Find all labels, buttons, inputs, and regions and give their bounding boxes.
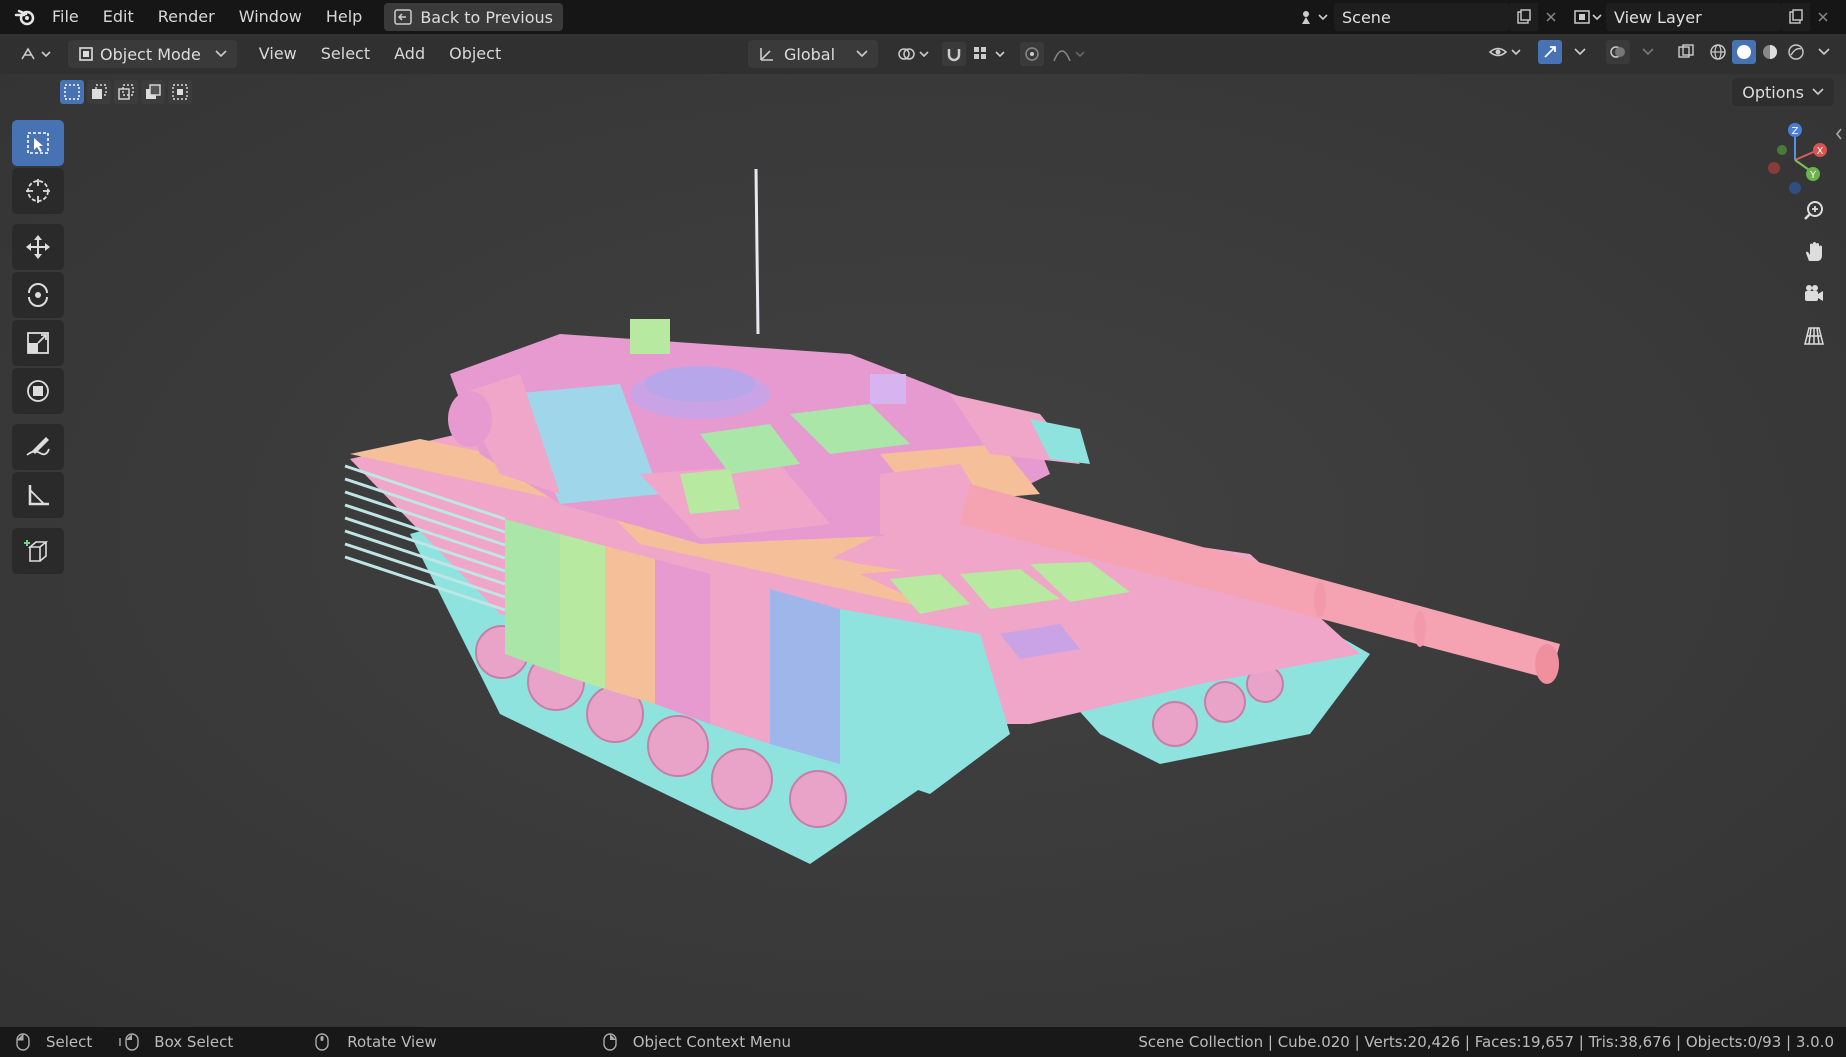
object-mode-icon [78, 46, 94, 62]
chevron-down-icon [215, 50, 227, 58]
view-layer-icon[interactable] [1570, 3, 1606, 31]
view-layer-field[interactable]: View Layer [1606, 3, 1782, 31]
close-scene-icon[interactable] [1538, 3, 1564, 31]
mode-dropdown[interactable]: Object Mode [68, 40, 237, 68]
svg-text:Y: Y [1809, 170, 1817, 181]
header-menu-select[interactable]: Select [309, 37, 382, 71]
collapse-sidebar-icon[interactable] [1834, 126, 1846, 154]
orientation-axes-icon [758, 45, 776, 63]
3d-viewport[interactable]: Object Mode View Select Add Object Globa… [0, 34, 1846, 1027]
select-new-icon[interactable] [60, 80, 84, 104]
header-menu-object[interactable]: Object [437, 37, 513, 71]
perspective-grid-icon[interactable] [1796, 318, 1832, 354]
new-view-layer-icon[interactable] [1782, 3, 1810, 31]
transform-icon [27, 380, 49, 402]
mouse-middle-icon [313, 1033, 331, 1051]
menu-file[interactable]: File [40, 0, 91, 34]
viewport-header: Object Mode View Select Add Object Globa… [0, 34, 1846, 74]
tool-scale[interactable] [12, 320, 64, 366]
orientation-chevron-icon [856, 50, 868, 58]
shading-material-icon[interactable] [1758, 40, 1782, 64]
scene-field[interactable]: Scene [1334, 3, 1510, 31]
menu-help[interactable]: Help [314, 0, 374, 34]
back-to-previous-button[interactable]: Back to Previous [384, 3, 564, 31]
scene-name: Scene [1342, 7, 1391, 27]
gizmo-toggle-icon[interactable] [1538, 40, 1562, 64]
tool-cursor[interactable] [12, 168, 64, 214]
shading-dropdown-icon[interactable] [1812, 40, 1836, 64]
mouse-drag-icon [118, 1033, 142, 1051]
shading-solid-icon[interactable] [1732, 40, 1756, 64]
tool-measure[interactable] [12, 472, 64, 518]
visibility-eye-icon[interactable] [1486, 40, 1526, 64]
cursor-icon [26, 179, 50, 203]
status-rotate-view: Rotate View [347, 1033, 437, 1051]
orientation-dropdown[interactable]: Global [748, 40, 878, 68]
tool-transform[interactable] [12, 368, 64, 414]
close-view-layer-icon[interactable] [1810, 3, 1836, 31]
select-box-icon [27, 132, 49, 154]
shading-rendered-icon[interactable] [1784, 40, 1808, 64]
falloff-curve-icon[interactable] [1050, 42, 1090, 66]
status-context-menu: Object Context Menu [632, 1033, 792, 1051]
scale-icon [27, 332, 49, 354]
tool-annotate[interactable] [12, 424, 64, 470]
xray-icon[interactable] [1674, 40, 1698, 64]
tool-rotate[interactable] [12, 272, 64, 318]
header-menu-add[interactable]: Add [382, 37, 437, 71]
overlays-icon[interactable] [1606, 40, 1630, 64]
snap-increment-icon[interactable] [970, 42, 1010, 66]
tank-model [0, 34, 1846, 1027]
tool-add-cube[interactable] [12, 528, 64, 574]
top-bar: File Edit Render Window Help Back to Pre… [0, 0, 1846, 34]
orientation-label: Global [784, 44, 836, 64]
svg-text:X: X [1817, 146, 1824, 157]
select-invert-icon[interactable] [141, 80, 165, 104]
back-to-previous-label: Back to Previous [420, 7, 554, 27]
options-label: Options [1742, 82, 1804, 102]
view-layer-name: View Layer [1614, 7, 1702, 27]
new-scene-icon[interactable] [1510, 3, 1538, 31]
blender-logo-icon[interactable] [10, 0, 40, 34]
editor-type-icon[interactable] [14, 40, 58, 68]
options-chevron-icon [1812, 88, 1824, 96]
svg-text:Z: Z [1792, 126, 1799, 137]
rotate-icon [28, 283, 48, 307]
select-extend-icon[interactable] [87, 80, 111, 104]
status-bar: Select Box Select Rotate View Object Con… [0, 1027, 1846, 1057]
status-select: Select [46, 1033, 93, 1051]
status-box-select: Box Select [154, 1033, 234, 1051]
proportional-editing-icon[interactable] [1020, 42, 1044, 66]
options-dropdown[interactable]: Options [1732, 78, 1834, 106]
gizmo-dropdown-icon[interactable] [1568, 40, 1592, 64]
back-icon [394, 9, 413, 25]
menu-edit[interactable]: Edit [91, 0, 146, 34]
select-subtract-icon[interactable] [114, 80, 138, 104]
snap-magnet-icon[interactable] [942, 42, 966, 66]
mouse-left-icon [14, 1033, 32, 1051]
mode-label: Object Mode [100, 44, 201, 64]
overlays-dropdown-icon[interactable] [1636, 40, 1660, 64]
shading-wireframe-icon[interactable] [1706, 40, 1730, 64]
tool-move[interactable] [12, 224, 64, 270]
scene-icon[interactable] [1294, 3, 1334, 31]
move-icon [26, 235, 50, 259]
add-cube-icon [24, 540, 49, 562]
menu-render[interactable]: Render [146, 0, 227, 34]
measure-icon [28, 485, 49, 506]
mouse-right-icon [601, 1033, 619, 1051]
status-stats: Scene Collection | Cube.020 | Verts:20,4… [1138, 1033, 1834, 1051]
annotate-icon [26, 437, 50, 456]
menu-window[interactable]: Window [227, 0, 314, 34]
navigation-gizmo[interactable]: Z X Y [1760, 120, 1830, 200]
tool-select-box[interactable] [12, 120, 64, 166]
pan-hand-icon[interactable] [1796, 234, 1832, 270]
pivot-point-icon[interactable] [894, 42, 934, 66]
camera-view-icon[interactable] [1796, 276, 1832, 312]
select-intersect-icon[interactable] [168, 80, 192, 104]
zoom-icon[interactable] [1796, 192, 1832, 228]
header-menu-view[interactable]: View [247, 37, 309, 71]
